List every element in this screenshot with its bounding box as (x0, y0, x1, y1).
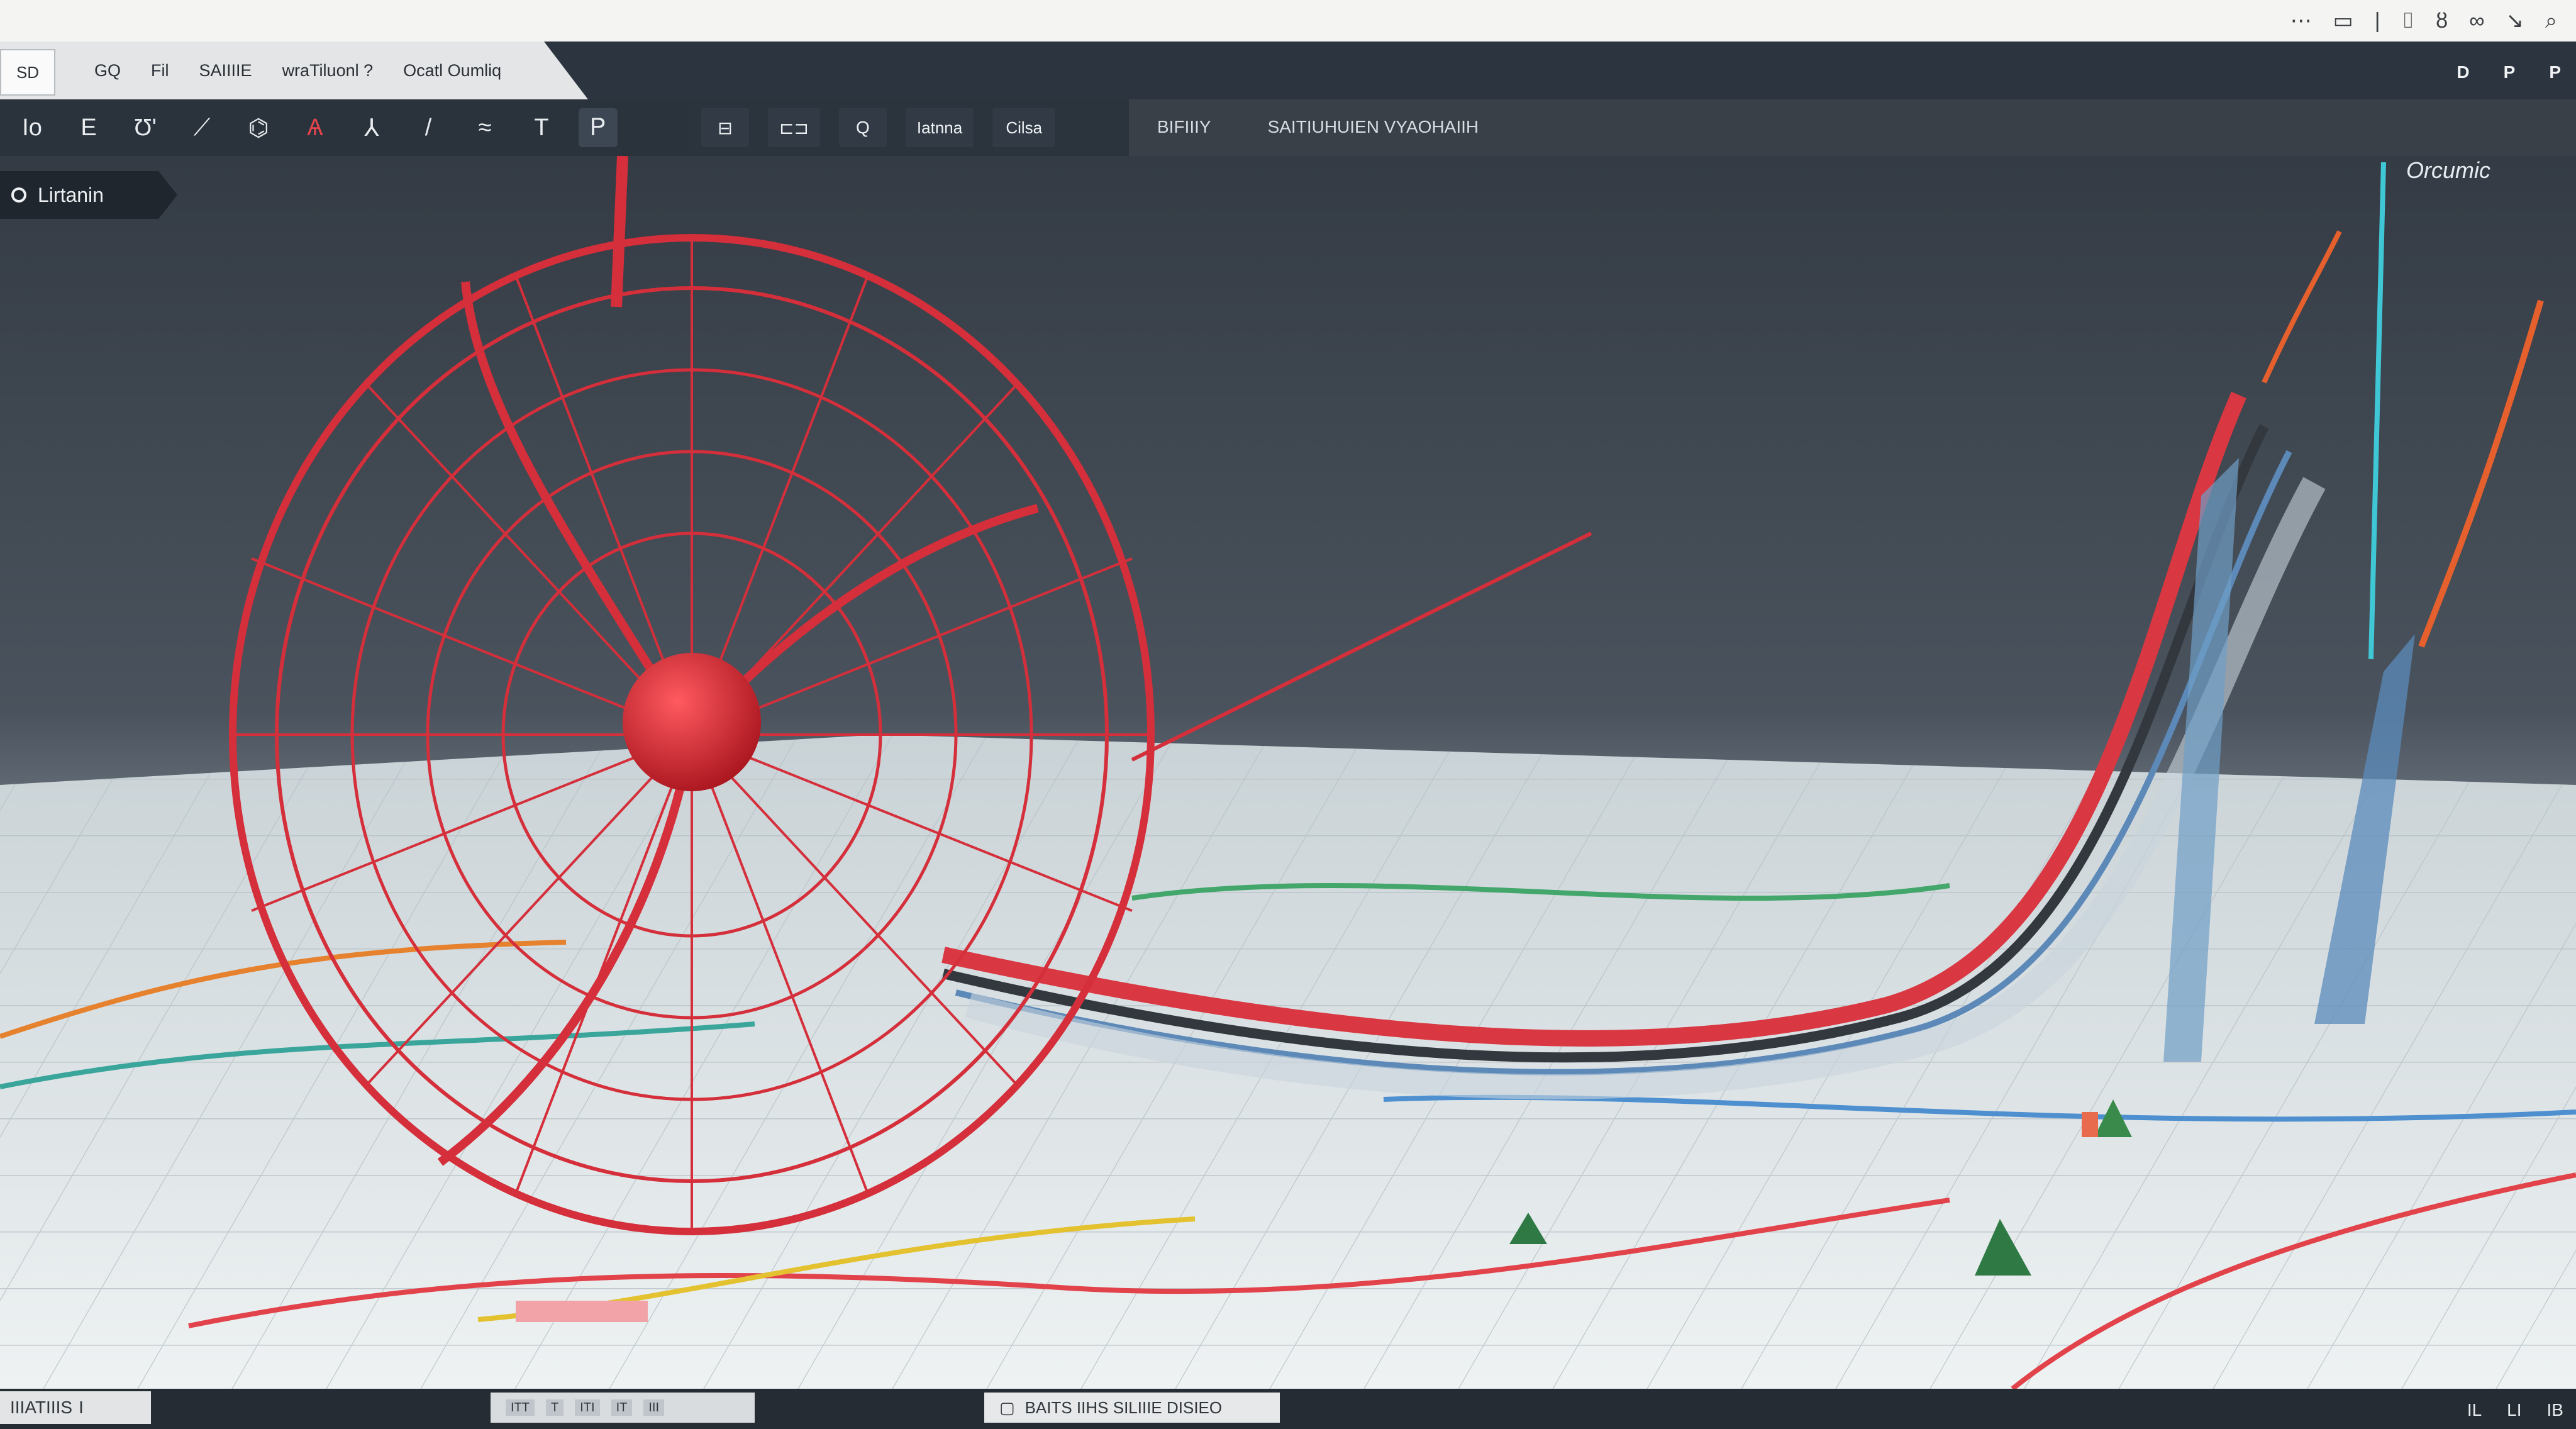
sigma-icon[interactable]: ȣ (2436, 9, 2448, 33)
layer-chip[interactable]: Lirtanin (0, 171, 177, 219)
viewport-canvas[interactable] (0, 156, 2576, 1389)
menubar-icon[interactable]: P (2504, 62, 2516, 82)
menu-bar-panel: GQ Fil SAIIIIE wraTiluonl ? Ocatl Oumliq (0, 42, 588, 99)
tool-buttons: ⊟ ⊏⊐ Q Iatnna Cilsa (689, 99, 1129, 156)
layer-visibility-icon[interactable] (11, 187, 26, 203)
status-bar (0, 1389, 2576, 1429)
app-badge[interactable]: SD (0, 49, 55, 96)
tag-icon[interactable]: ⌷ (2402, 9, 2414, 33)
menu-item[interactable]: GQ (94, 61, 121, 81)
link-icon[interactable]: ∞ (2469, 9, 2484, 33)
status-info: ▢ BAITS IIHS SILIIIE DISIEO (984, 1393, 1280, 1423)
status-cell[interactable]: T (546, 1399, 564, 1416)
menu-item[interactable]: Ocatl Oumliq (403, 61, 501, 81)
status-cell[interactable]: ITI (575, 1399, 600, 1416)
fan-hub (623, 653, 761, 791)
building-marker (2082, 1112, 2098, 1137)
status-cells: ITT T ITI IT III (491, 1393, 755, 1423)
status-left-label: IIIATIIIS (10, 1398, 73, 1417)
close-button[interactable]: Cilsa (992, 108, 1056, 147)
node-tool-icon[interactable]: ⅄ (352, 108, 391, 147)
select-tool-icon[interactable]: Ꮲ (579, 108, 618, 147)
rectangle-icon[interactable]: ▭ (2333, 8, 2353, 33)
brush-tool-icon[interactable]: Ʊ' (126, 108, 165, 147)
menubar-right-icons: D P P (2457, 57, 2561, 88)
menubar-icon[interactable]: D (2457, 62, 2469, 82)
search-icon[interactable]: ⌕ (2545, 9, 2557, 33)
breadcrumb: BIFIIIY SAITIUHUIEN VYAOHAIIH (1157, 114, 1479, 140)
bar-icon[interactable]: | (2375, 9, 2380, 33)
view-button[interactable]: Iatnna (905, 108, 974, 147)
status-cell[interactable]: ITT (506, 1399, 535, 1416)
dots-icon[interactable]: ⋯ (2290, 8, 2312, 33)
shape-tool-icon[interactable]: ⌬ (239, 108, 278, 147)
grid-tool-icon[interactable]: E (69, 108, 108, 147)
status-right-item[interactable]: LI (2507, 1400, 2521, 1420)
fill-tool-icon[interactable]: ⟋ (182, 108, 221, 147)
breadcrumb-item[interactable]: BIFIIIY (1157, 117, 1211, 137)
pin-tool-icon[interactable]: T (522, 108, 561, 147)
menu-item[interactable]: SAIIIIE (199, 61, 252, 81)
status-cell[interactable]: IT (611, 1399, 633, 1416)
search-button[interactable]: Q (838, 108, 887, 147)
system-icons: ⋯ ▭ | ⌷ ȣ ∞ ↘ ⌕ (2290, 6, 2557, 35)
status-right: IL LI IB (2467, 1396, 2563, 1424)
status-cell[interactable]: III (643, 1399, 665, 1416)
breadcrumb-item[interactable]: SAITIUHUIEN VYAOHAIIH (1268, 117, 1479, 137)
pen-tool-icon[interactable]: / (409, 108, 448, 147)
text-tool-icon[interactable]: Io (13, 108, 52, 147)
status-info-icon: ▢ (999, 1398, 1015, 1417)
menubar-icon[interactable]: P (2549, 62, 2561, 82)
status-right-item[interactable]: IL (2467, 1400, 2482, 1420)
layer-label: Lirtanin (38, 183, 104, 206)
status-info-label: BAITS IIHS SILIIIE DISIEO (1024, 1398, 1223, 1417)
layout-button[interactable]: ⊟ (701, 108, 749, 147)
curve-tool-icon[interactable]: ≈ (465, 108, 504, 147)
menu-item[interactable]: wraTiluonl ? (282, 61, 374, 81)
grid-button[interactable]: ⊏⊐ (768, 108, 820, 147)
menu-item[interactable]: Fil (151, 61, 169, 81)
system-bar: ⋯ ▭ | ⌷ ȣ ∞ ↘ ⌕ (0, 0, 2576, 43)
fan-rod (611, 156, 628, 308)
zone-marker (516, 1301, 648, 1322)
mark-tool-icon[interactable]: Ѧ (296, 108, 335, 147)
arrow-icon[interactable]: ↘ (2506, 8, 2524, 33)
status-left: IIIATIIIS I (0, 1391, 151, 1424)
status-right-item[interactable]: IB (2547, 1400, 2563, 1420)
tool-strip: Io E Ʊ' ⟋ ⌬ Ѧ ⅄ / ≈ T Ꮲ (0, 99, 689, 156)
status-left-badge[interactable]: I (79, 1398, 84, 1418)
chart-label: Orcumic (2406, 157, 2490, 183)
